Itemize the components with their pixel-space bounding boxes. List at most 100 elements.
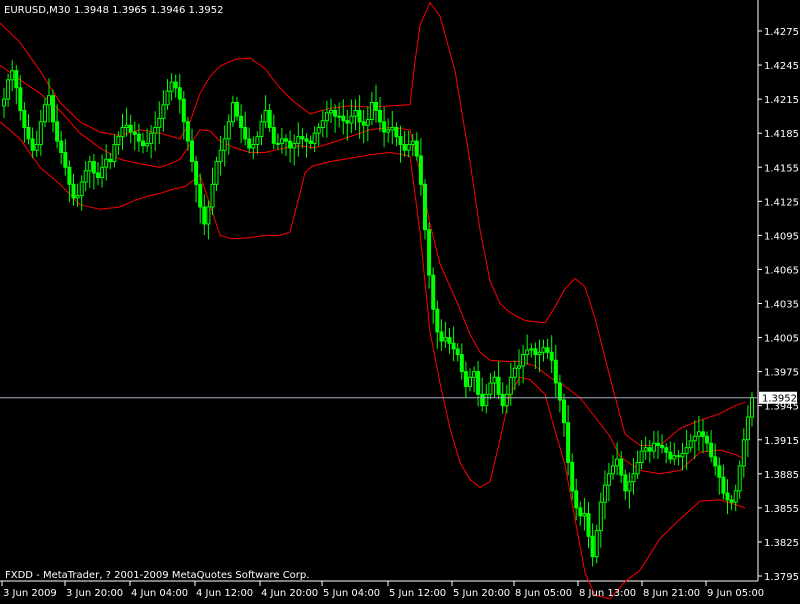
candle-body bbox=[181, 98, 186, 123]
candle-body bbox=[218, 149, 223, 163]
candle-body bbox=[676, 455, 681, 458]
candle-body bbox=[190, 140, 194, 163]
candle-body bbox=[386, 129, 391, 133]
candle-body bbox=[623, 474, 628, 492]
candle-body bbox=[562, 399, 566, 424]
y-tick-label: 1.4095 bbox=[764, 231, 799, 242]
candle-body bbox=[627, 481, 632, 492]
x-tick-label: 3 Jun 20:00 bbox=[66, 588, 123, 599]
candle-body bbox=[6, 79, 11, 100]
candle-body bbox=[472, 371, 477, 378]
candle-body bbox=[643, 447, 648, 452]
candle-body bbox=[284, 138, 288, 142]
y-tick-label: 1.4185 bbox=[764, 129, 799, 140]
candle-body bbox=[741, 439, 746, 467]
y-tick-label: 1.3855 bbox=[764, 504, 799, 515]
candle-body bbox=[582, 513, 587, 517]
candle-body bbox=[337, 115, 342, 118]
candle-body bbox=[750, 397, 754, 418]
candle-body bbox=[161, 104, 166, 119]
candle-body bbox=[320, 120, 325, 128]
candle-body bbox=[463, 371, 468, 387]
candle-body bbox=[247, 138, 252, 149]
y-tick-label: 1.4275 bbox=[764, 27, 799, 38]
candle-body bbox=[357, 110, 362, 123]
candle-body bbox=[275, 142, 280, 145]
candle-body bbox=[468, 376, 472, 387]
candle-body bbox=[492, 376, 497, 384]
y-tick-label: 1.3795 bbox=[764, 572, 799, 583]
candle-body bbox=[512, 367, 517, 378]
x-tick-label: 8 Jun 13:00 bbox=[579, 588, 636, 599]
candle-body bbox=[222, 138, 227, 151]
candle-body bbox=[341, 115, 346, 122]
candle-body bbox=[484, 393, 489, 407]
candle-body bbox=[611, 465, 615, 475]
candle-body bbox=[455, 348, 460, 356]
candle-body bbox=[443, 337, 448, 342]
candle-body bbox=[296, 136, 301, 144]
candle-body bbox=[717, 465, 722, 478]
y-tick-label: 1.4215 bbox=[764, 95, 799, 106]
candle-body bbox=[157, 117, 162, 129]
candle-body bbox=[447, 337, 452, 344]
candle-body bbox=[169, 81, 174, 92]
copyright-label: FXDD - MetaTrader, ? 2001-2009 MetaQuote… bbox=[5, 570, 309, 581]
candle-body bbox=[406, 144, 411, 151]
candle-body bbox=[594, 530, 599, 558]
candle-body bbox=[508, 376, 513, 395]
y-tick-label: 1.4065 bbox=[764, 265, 799, 276]
candle-body bbox=[635, 462, 640, 475]
candle-body bbox=[329, 110, 333, 114]
candle-body bbox=[87, 161, 92, 172]
x-tick-label: 5 Jun 20:00 bbox=[453, 588, 510, 599]
candle-body bbox=[149, 132, 154, 144]
candle-body bbox=[431, 274, 436, 310]
candle-body bbox=[745, 416, 750, 441]
candle-body bbox=[226, 121, 231, 140]
candle-body bbox=[349, 115, 354, 124]
candle-body bbox=[100, 166, 105, 179]
candle-body bbox=[733, 490, 738, 503]
candle-body bbox=[631, 473, 636, 483]
candle-body bbox=[214, 161, 219, 185]
candle-body bbox=[427, 229, 432, 276]
candle-body bbox=[206, 206, 211, 225]
price-chart[interactable]: 1.4275 1.4245 1.4215 1.4185 1.4155 1.4125 1.40… bbox=[0, 0, 800, 600]
candle-body bbox=[570, 462, 575, 492]
candle-body bbox=[141, 140, 145, 147]
candle-body bbox=[173, 81, 178, 89]
candle-body bbox=[533, 348, 538, 356]
candle-body bbox=[590, 535, 595, 558]
candle-body bbox=[308, 140, 313, 144]
candle-body bbox=[324, 112, 329, 122]
candle-body bbox=[664, 447, 669, 453]
candle-body bbox=[63, 152, 68, 168]
candle-body bbox=[55, 121, 60, 142]
candle-body bbox=[688, 440, 693, 449]
x-tick-label: 4 Jun 20:00 bbox=[261, 588, 318, 599]
candle-body bbox=[647, 447, 652, 452]
candle-body bbox=[598, 501, 603, 532]
y-tick-label: 1.3915 bbox=[764, 436, 799, 447]
candle-body bbox=[83, 170, 88, 183]
candle-body bbox=[668, 451, 673, 460]
candle-body bbox=[418, 155, 423, 185]
x-tick-label: 8 Jun 05:00 bbox=[515, 588, 572, 599]
chart-window[interactable]: 1.4275 1.4245 1.4215 1.4185 1.4155 1.4125 1.40… bbox=[0, 0, 800, 600]
candle-body bbox=[312, 132, 317, 144]
candle-body bbox=[120, 127, 125, 138]
y-tick-label: 1.3825 bbox=[764, 538, 799, 549]
candle-body bbox=[10, 70, 15, 81]
candle-body bbox=[239, 115, 244, 129]
candle-body bbox=[615, 458, 620, 467]
candle-body bbox=[639, 450, 644, 464]
candle-body bbox=[656, 442, 660, 447]
candle-body bbox=[566, 422, 571, 463]
candle-body bbox=[680, 452, 685, 458]
current-price-label: 1.3952 bbox=[759, 391, 797, 405]
candle-body bbox=[165, 90, 170, 106]
candle-body bbox=[378, 110, 382, 123]
candle-body bbox=[488, 382, 493, 395]
x-tick-label: 9 Jun 05:00 bbox=[707, 588, 764, 599]
